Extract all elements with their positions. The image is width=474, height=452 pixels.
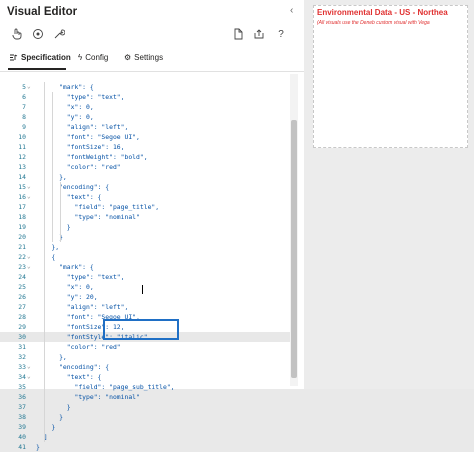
code-text: "field": "page_title", [36,203,160,211]
line-number: 14 [18,173,26,181]
line-number: 26 [18,293,26,301]
tab-label: Settings [134,53,164,62]
code-text: "type": "nominal" [36,393,140,401]
code-text: "type": "text", [36,273,125,281]
line-number: 12 [18,153,26,161]
line-number: 28 [18,313,26,321]
code-text: "color": "red" [36,343,121,351]
fold-chevron-icon[interactable]: ⌄ [27,192,31,202]
line-number: 9 [22,123,26,131]
code-line[interactable]: 41} [0,442,290,452]
line-number: 11 [18,143,26,151]
visual-title: Environmental Data - US - Northea [317,8,448,17]
wrench-icon[interactable] [52,27,66,41]
indent-guide [52,92,53,242]
line-number: 15 [18,183,26,191]
code-text: "type": "text", [36,93,125,101]
code-text: ] [36,433,48,441]
code-text: { [36,253,56,261]
help-icon[interactable]: ? [274,27,288,41]
line-number: 25 [18,283,26,291]
editor-scrollbar-thumb[interactable] [291,120,297,378]
code-text: "encoding": { [36,183,110,191]
line-number: 7 [22,103,26,111]
editor-tabs: Specification ϟ Config ⚙ Settings [0,49,304,72]
line-number: 27 [18,303,26,311]
code-text: "align": "left", [36,303,129,311]
code-text: "fontSize": 16, [36,143,125,151]
visual-preview[interactable]: Environmental Data - US - Northea (All v… [313,5,468,148]
code-text: } [36,403,71,411]
line-number: 31 [18,343,26,351]
line-number: 18 [18,213,26,221]
fold-chevron-icon[interactable]: ⌄ [27,372,31,382]
line-number: 41 [18,443,26,451]
code-text: "y": 20, [36,293,98,301]
code-text: }, [36,353,67,361]
line-number: 33 [18,363,26,371]
code-text: "align": "left", [36,123,129,131]
line-number: 16 [18,193,26,201]
text-cursor [142,285,143,294]
line-number: 34 [18,373,26,381]
line-number: 8 [22,113,26,121]
line-number: 35 [18,383,26,391]
collapse-panel-button[interactable]: ‹ [290,5,293,16]
tab-config[interactable]: ϟ Config [78,53,108,62]
indent-guide [44,82,45,442]
visual-subtitle: (All visuals use the Deneb custom visual… [317,20,430,26]
line-number: 30 [18,333,26,341]
code-text: "field": "page_sub_title", [36,383,175,391]
line-number: 37 [18,403,26,411]
line-number: 32 [18,353,26,361]
share-icon[interactable] [252,27,266,41]
code-text: } [36,443,40,451]
code-text: } [36,413,63,421]
spec-icon [10,54,18,61]
bolt-icon: ϟ [78,53,83,62]
line-number: 13 [18,163,26,171]
line-number: 24 [18,273,26,281]
code-text: } [36,423,56,431]
indent-guide [60,182,61,242]
panel-title: Visual Editor [7,6,78,18]
tab-label: Config [85,53,109,62]
code-text: "color": "red" [36,163,121,171]
tab-specification[interactable]: Specification [9,53,71,62]
line-number: 38 [18,413,26,421]
code-text: } [36,223,71,231]
line-number: 29 [18,323,26,331]
line-number: 23 [18,263,26,271]
line-number: 17 [18,203,26,211]
tab-settings[interactable]: ⚙ Settings [124,53,163,62]
fold-chevron-icon[interactable]: ⌄ [27,82,31,92]
line-number: 19 [18,223,26,231]
code-text: }, [36,243,60,251]
fold-chevron-icon[interactable]: ⌄ [27,252,31,262]
fold-chevron-icon[interactable]: ⌄ [27,262,31,272]
line-number: 36 [18,393,26,401]
line-number: 21 [18,243,26,251]
fold-chevron-icon[interactable]: ⌄ [27,182,31,192]
line-number: 39 [18,423,26,431]
tab-label: Specification [21,53,71,62]
line-number: 22 [18,253,26,261]
code-text: } [36,233,63,241]
line-number: 5 [22,83,26,91]
gear-icon: ⚙ [124,53,132,62]
hand-pointer-icon[interactable] [10,27,24,41]
new-document-icon[interactable] [231,27,245,41]
line-number: 6 [22,93,26,101]
code-text: "text": { [36,193,102,201]
target-icon[interactable] [31,27,45,41]
highlight-box [103,319,179,340]
line-number: 10 [18,133,26,141]
code-text: "encoding": { [36,363,110,371]
visual-editor-panel: Visual Editor ‹ ? Specification ϟ Config… [0,0,305,451]
fold-chevron-icon[interactable]: ⌄ [27,362,31,372]
active-tab-indicator [8,68,66,70]
line-number: 20 [18,233,26,241]
code-text: "text": { [36,373,102,381]
line-number: 40 [18,433,26,441]
